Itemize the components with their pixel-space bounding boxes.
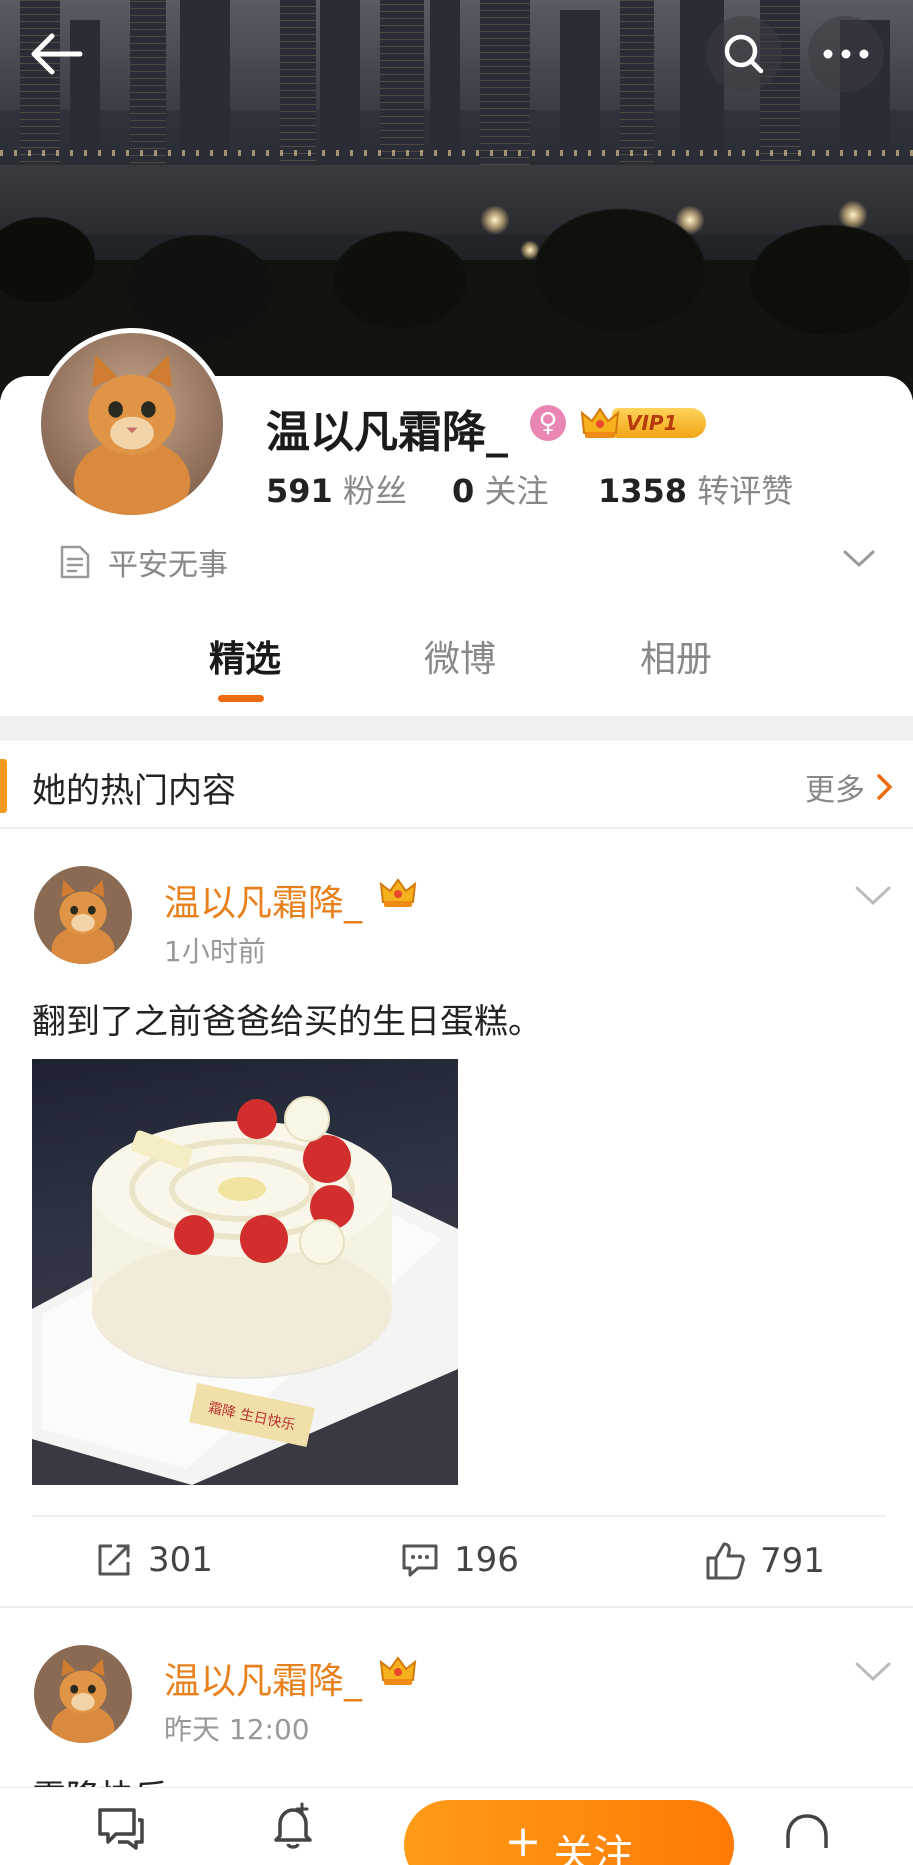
tab-featured[interactable]: 精选 [209,630,281,682]
vip-label: VIP1 [612,408,706,438]
section-accent-bar [0,759,7,813]
following-count: 0 [452,472,475,510]
headphones-icon[interactable] [782,1808,832,1865]
more-label: 更多 [805,773,865,808]
profile-bio[interactable]: 平安无事 [58,540,228,584]
hot-content-header: 她的热门内容 更多 [0,741,913,829]
bell-add-icon[interactable] [268,1802,318,1852]
profile-tabs: 精选 微博 相册 [0,630,913,710]
chevron-down-icon[interactable] [854,1660,892,1684]
post-image[interactable]: 霜降 生日快乐 [32,1059,458,1485]
document-icon [60,545,90,579]
post-author-avatar[interactable] [34,1645,132,1743]
tab-weibo[interactable]: 微博 [424,630,496,682]
post-time: 1小时前 [164,935,266,968]
engagement-stat[interactable]: 1358 转评赞 [598,466,793,512]
follow-label: 关注 [553,1832,634,1865]
crown-icon [379,1656,417,1685]
post-time: 昨天 12:00 [164,1713,310,1746]
crown-icon [379,878,417,907]
more-link[interactable]: 更多 [805,765,893,809]
more-options-button[interactable] [808,16,884,92]
female-gender-icon: ♀ [530,405,566,441]
bio-text: 平安无事 [108,548,228,583]
follow-button[interactable]: + 关注 [404,1800,734,1865]
crown-icon [580,407,620,438]
followers-label: 粉丝 [342,472,407,510]
repost-count: 301 [148,1540,213,1580]
followers-count: 591 [266,472,333,510]
profile-avatar[interactable] [36,328,228,520]
post-divider [32,1515,886,1517]
birthday-cake-image: 霜降 生日快乐 [32,1096,458,1485]
post-author-name[interactable]: 温以凡霜降_ [164,874,362,926]
engagement-label: 转评赞 [697,472,794,510]
comment-button[interactable]: 196 [400,1540,519,1580]
cat-avatar-image [34,1645,132,1743]
post-text: 翻到了之前爸爸给买的生日蛋糕。 [32,1002,542,1042]
cat-avatar-image [34,866,132,964]
back-button[interactable] [24,26,90,82]
followers-stat[interactable]: 591 粉丝 [266,466,407,512]
like-count: 791 [760,1541,825,1581]
post-author-avatar[interactable] [34,866,132,964]
like-button[interactable]: 791 [704,1540,825,1582]
active-tab-indicator [218,695,264,702]
thumbs-up-icon [706,1542,745,1580]
following-label: 关注 [484,472,549,510]
arrow-left-icon [31,33,83,75]
comment-icon [402,1544,438,1577]
chevron-down-icon[interactable] [842,548,876,570]
section-divider [0,716,913,741]
following-stat[interactable]: 0 关注 [452,466,548,512]
engagement-count: 1358 [598,472,688,510]
chevron-down-icon[interactable] [854,884,892,908]
search-button[interactable] [706,16,782,92]
more-dots-icon [823,49,869,59]
share-icon [98,1544,130,1576]
search-icon [724,34,764,74]
post-separator [0,1606,913,1608]
hot-content-title: 她的热门内容 [32,771,236,811]
plus-icon: + [504,1816,542,1865]
comment-count: 196 [454,1540,519,1580]
cat-avatar-image [41,333,223,515]
profile-name: 温以凡霜降_ [266,407,508,458]
post-author-name[interactable]: 温以凡霜降_ [164,1652,362,1704]
repost-button[interactable]: 301 [94,1540,213,1580]
tab-album[interactable]: 相册 [640,630,712,682]
chat-icon[interactable] [96,1806,146,1852]
chevron-right-icon [877,774,893,800]
